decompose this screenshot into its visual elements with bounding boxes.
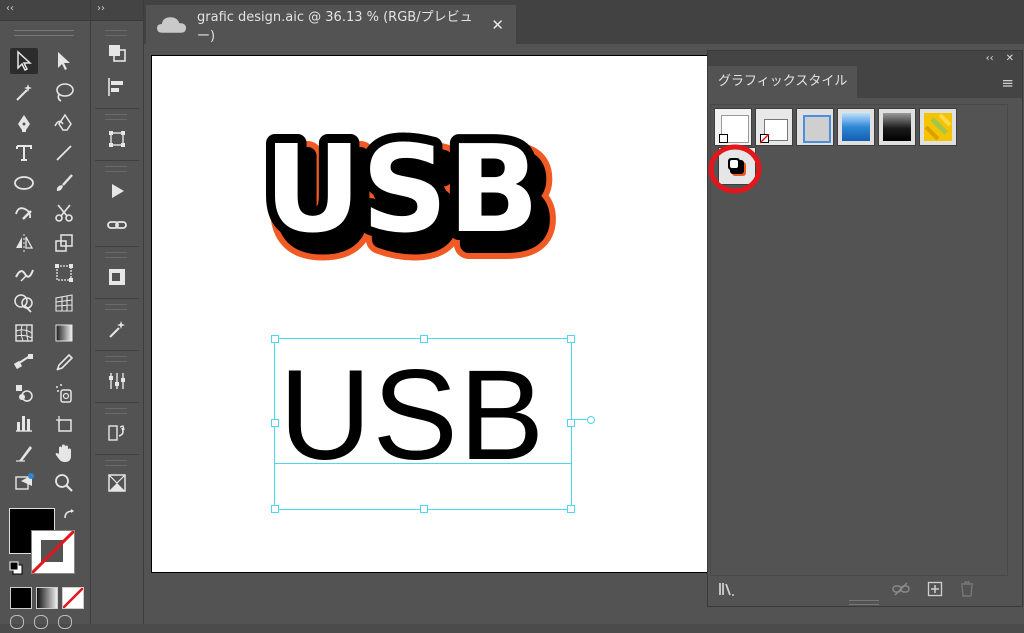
graphic-style-libraries-icon[interactable] (718, 580, 736, 598)
symbol-sprayer-tool-icon[interactable] (50, 380, 78, 406)
style-swatch-blue-gradient[interactable] (837, 108, 875, 146)
pathfinder-icon[interactable] (101, 38, 133, 68)
blend-tool-icon[interactable] (10, 350, 38, 376)
delete-style-icon[interactable] (958, 580, 976, 598)
dock-grip[interactable] (105, 30, 127, 36)
graphic-styles-list (708, 104, 1008, 576)
expand-dock-label[interactable]: ›› (97, 3, 105, 14)
panel-resize-grip[interactable] (849, 600, 879, 605)
selection-bounding-box[interactable]: USB (271, 335, 595, 513)
ellipse-tool-icon[interactable] (10, 170, 38, 196)
tab-graphic-styles[interactable]: グラフィックスタイル (708, 66, 858, 98)
free-transform-tool-icon[interactable] (50, 260, 78, 286)
actions-play-icon[interactable] (101, 176, 133, 206)
transform-icon[interactable] (101, 124, 133, 154)
collapse-panel-label[interactable]: ‹‹ (986, 53, 994, 64)
style-swatch-black-gradient[interactable] (878, 108, 916, 146)
tools-panel: ‹‹ (0, 0, 91, 629)
style-swatch-blue-border[interactable] (796, 108, 834, 146)
reflect-tool-icon[interactable] (10, 230, 38, 256)
draw-inside-icon[interactable] (58, 615, 72, 629)
properties-sliders-icon[interactable] (101, 366, 133, 396)
panel-menu-icon[interactable]: ≡ (1001, 74, 1014, 92)
zoom-tool-icon[interactable] (50, 470, 78, 496)
cloud-document-icon (156, 16, 187, 33)
direct-selection-tool-icon[interactable] (50, 48, 78, 74)
plain-usb-text: USB (279, 344, 546, 487)
red-highlight-circle (708, 144, 762, 194)
paintbrush-tool-icon[interactable] (50, 170, 78, 196)
selection-tool-icon[interactable] (10, 48, 38, 74)
shape-builder-tool-icon[interactable] (10, 290, 38, 316)
links-icon[interactable] (101, 210, 133, 240)
history-icon[interactable] (101, 418, 133, 448)
hand-tool-icon[interactable] (50, 440, 78, 466)
artboard-tool-icon[interactable] (50, 410, 78, 436)
gradient-tool-icon[interactable] (50, 320, 78, 346)
graphic-styles-panel: ‹‹ ✕ グラフィックスタイル ≡ (707, 50, 1023, 607)
collapsed-panel-dock: ›› (91, 0, 144, 624)
image-trace-icon[interactable] (101, 314, 133, 344)
color-mode-button[interactable] (10, 587, 32, 609)
swap-fill-stroke-icon[interactable] (62, 508, 78, 524)
close-panel-icon[interactable]: ✕ (1006, 53, 1014, 64)
magic-wand-tool-icon[interactable] (10, 79, 38, 105)
draw-behind-icon[interactable] (34, 615, 48, 629)
shaper-tool-icon[interactable] (10, 200, 38, 226)
close-document-icon[interactable]: ✕ (491, 16, 504, 34)
fill-stroke-toggle-icon[interactable] (10, 470, 38, 496)
collapse-tools-label[interactable]: ‹‹ (6, 3, 14, 14)
lasso-tool-icon[interactable] (50, 79, 78, 105)
none-mode-button[interactable] (62, 587, 84, 609)
artboard[interactable]: USB USB USB USB USB (151, 55, 713, 573)
image-icon[interactable] (101, 468, 133, 498)
width-tool-icon[interactable] (10, 260, 38, 286)
tools-panel-grip[interactable] (14, 30, 74, 36)
curvature-tool-icon[interactable] (50, 110, 78, 136)
gradient-mode-button[interactable] (36, 587, 58, 609)
style-swatch-yellow-pattern[interactable] (919, 108, 957, 146)
default-fill-stroke-icon[interactable] (9, 560, 23, 575)
styled-text-fill: USB (264, 121, 539, 260)
scissors-tool-icon[interactable] (50, 200, 78, 226)
stroke-color-swatch[interactable] (31, 530, 75, 574)
scale-tool-icon[interactable] (50, 230, 78, 256)
draw-normal-icon[interactable] (10, 615, 24, 629)
mesh-tool-icon[interactable] (10, 320, 38, 346)
graphic-styles-icon[interactable] (101, 262, 133, 292)
break-link-icon[interactable] (892, 580, 910, 598)
document-tab[interactable]: grafic design.aic @ 36.13 % (RGB/プレビュー) … (146, 5, 516, 44)
perspective-grid-tool-icon[interactable] (50, 290, 78, 316)
live-paint-bucket-tool-icon[interactable] (10, 380, 38, 406)
document-tab-bar: grafic design.aic @ 36.13 % (RGB/プレビュー) … (144, 0, 1024, 44)
slice-tool-icon[interactable] (10, 440, 38, 466)
document-title: grafic design.aic @ 36.13 % (RGB/プレビュー) (197, 9, 473, 44)
dock-header[interactable]: ›› (91, 0, 143, 21)
tools-panel-header[interactable]: ‹‹ (0, 0, 90, 21)
new-graphic-style-icon[interactable] (926, 580, 944, 598)
type-tool-icon[interactable] (10, 140, 38, 166)
align-icon[interactable] (101, 72, 133, 102)
eyedropper-tool-icon[interactable] (50, 350, 78, 376)
column-graph-tool-icon[interactable] (10, 410, 38, 436)
draw-mode-row (10, 614, 80, 629)
pen-tool-icon[interactable] (10, 110, 38, 136)
line-segment-tool-icon[interactable] (50, 140, 78, 166)
text-overflow-port[interactable] (587, 416, 595, 424)
styled-usb-artwork[interactable]: USB USB USB USB (252, 81, 592, 281)
graphic-styles-panel-titlebar[interactable]: ‹‹ ✕ (708, 51, 1022, 66)
